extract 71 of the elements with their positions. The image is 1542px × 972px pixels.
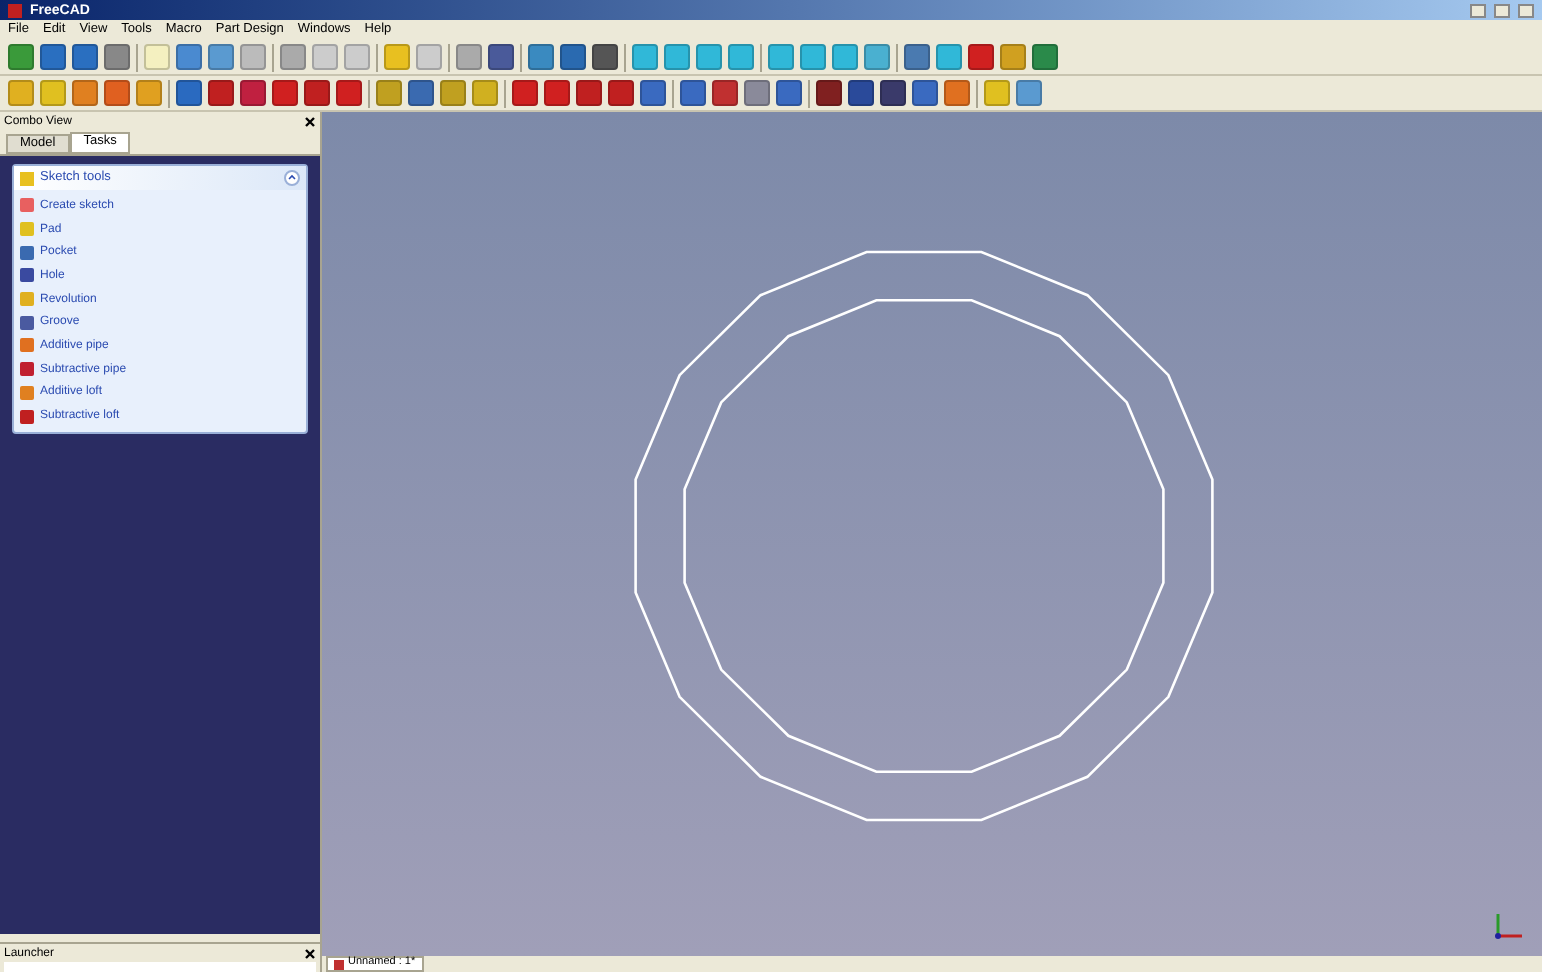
toolbar-icon[interactable]: [40, 44, 66, 70]
toolbar-icon[interactable]: [904, 44, 930, 70]
toolbar-icon[interactable]: [832, 44, 858, 70]
toolbar-icon[interactable]: [1000, 44, 1026, 70]
toolbar-icon[interactable]: [472, 80, 498, 106]
toolbar-icon[interactable]: [944, 80, 970, 106]
close-icon[interactable]: [304, 116, 316, 128]
toolbar-icon[interactable]: [528, 44, 554, 70]
toolbar-icon[interactable]: [936, 44, 962, 70]
toolbar-icon[interactable]: [312, 44, 338, 70]
toolbar-icon[interactable]: [280, 44, 306, 70]
toolbar-icon[interactable]: [208, 44, 234, 70]
toolbar-icon[interactable]: [592, 44, 618, 70]
toolbar-icon[interactable]: [800, 44, 826, 70]
toolbar-icon[interactable]: [712, 80, 738, 106]
toolbar-icon[interactable]: [272, 80, 298, 106]
app-icon: [8, 3, 22, 17]
toolbar-icon[interactable]: [176, 44, 202, 70]
toolbar-icon[interactable]: [72, 44, 98, 70]
toolbar-icon[interactable]: [240, 80, 266, 106]
toolbar-icon[interactable]: [768, 44, 794, 70]
axis-triad-icon: [1490, 908, 1526, 944]
toolbar-icon[interactable]: [1016, 80, 1042, 106]
toolbar-icon[interactable]: [8, 44, 34, 70]
close-icon[interactable]: [304, 947, 316, 959]
toolbar-icon[interactable]: [72, 80, 98, 106]
toolbar-icon[interactable]: [136, 80, 162, 106]
toolbar-icon[interactable]: [408, 80, 434, 106]
toolbar-icon[interactable]: [376, 80, 402, 106]
toolbar-icon[interactable]: [984, 80, 1010, 106]
toolbar-icon[interactable]: [848, 80, 874, 106]
toolbar-icon[interactable]: [104, 44, 130, 70]
document-icon: [334, 959, 344, 969]
toolbar-icon[interactable]: [608, 80, 634, 106]
toolbar-icon[interactable]: [560, 44, 586, 70]
close-button[interactable]: [1518, 3, 1534, 17]
toolbar-icon[interactable]: [440, 80, 466, 106]
toolbar-icon[interactable]: [144, 44, 170, 70]
toolbar-icon[interactable]: [336, 80, 362, 106]
toolbar-icon[interactable]: [880, 80, 906, 106]
toolbar-icon[interactable]: [208, 80, 234, 106]
maximize-button[interactable]: [1494, 3, 1510, 17]
toolbar-icon[interactable]: [696, 44, 722, 70]
toolbar-icon[interactable]: [104, 80, 130, 106]
collapse-icon[interactable]: [284, 170, 300, 186]
toolbar-icon[interactable]: [456, 44, 482, 70]
minimize-button[interactable]: [1470, 3, 1486, 17]
toolbar-icon[interactable]: [744, 80, 770, 106]
toolbar-icon[interactable]: [576, 80, 602, 106]
toolbar-icon[interactable]: [864, 44, 890, 70]
toolbar-icon[interactable]: [968, 44, 994, 70]
toolbar-icon[interactable]: [384, 44, 410, 70]
toolbar-icon[interactable]: [40, 80, 66, 106]
toolbar-icon[interactable]: [776, 80, 802, 106]
toolbar-icon[interactable]: [632, 44, 658, 70]
toolbar-icon[interactable]: [416, 44, 442, 70]
toolbar-icon[interactable]: [304, 80, 330, 106]
toolbar-icon[interactable]: [728, 44, 754, 70]
toolbar-icon[interactable]: [8, 80, 34, 106]
toolbar-icon[interactable]: [344, 44, 370, 70]
toolbar-icon[interactable]: [680, 80, 706, 106]
toolbar-icon[interactable]: [816, 80, 842, 106]
toolbar-icon[interactable]: [664, 44, 690, 70]
toolbar-icon[interactable]: [640, 80, 666, 106]
toolbar-icon[interactable]: [176, 80, 202, 106]
toolbar-icon[interactable]: [512, 80, 538, 106]
toolbar-icon[interactable]: [488, 44, 514, 70]
toolbar-icon[interactable]: [1032, 44, 1058, 70]
toolbar-icon[interactable]: [544, 80, 570, 106]
toolbar-icon[interactable]: [912, 80, 938, 106]
toolbar-icon[interactable]: [240, 44, 266, 70]
